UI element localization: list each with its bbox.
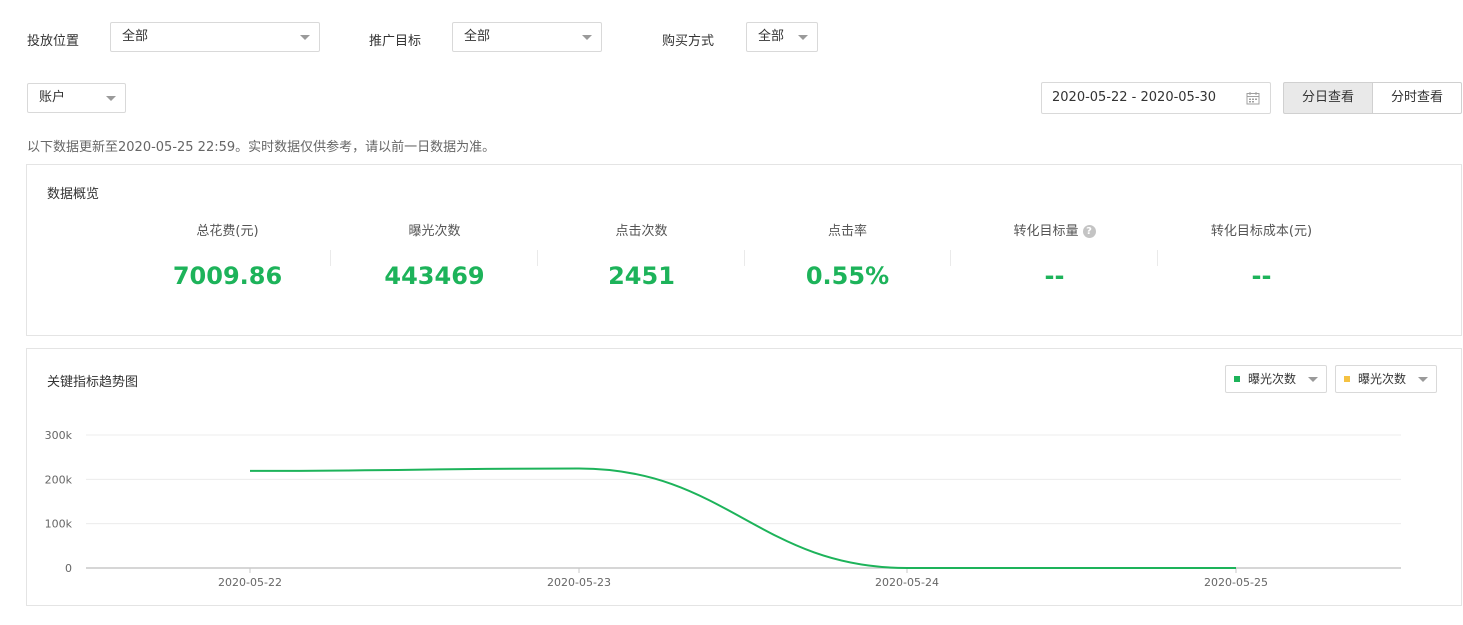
trend-chart: 0 100k 200k 300k 2020-05-22 2020-05-23 2020-05… (45, 429, 1401, 589)
x-tick-label: 2020-05-23 (547, 576, 611, 589)
y-tick-label: 0 (65, 562, 72, 575)
x-tick-label: 2020-05-22 (218, 576, 282, 589)
x-tick-label: 2020-05-24 (875, 576, 939, 589)
series-line-impressions (249, 467, 1236, 570)
y-tick-label: 300k (45, 429, 73, 442)
series-layer (249, 467, 1236, 570)
y-tick-label: 200k (45, 473, 73, 486)
y-tick-label: 100k (45, 518, 73, 531)
grid-layer (86, 434, 1401, 569)
axis-layer: 0 100k 200k 300k 2020-05-22 2020-05-23 2020-05… (45, 429, 1268, 589)
x-tick-label: 2020-05-25 (1204, 576, 1268, 589)
